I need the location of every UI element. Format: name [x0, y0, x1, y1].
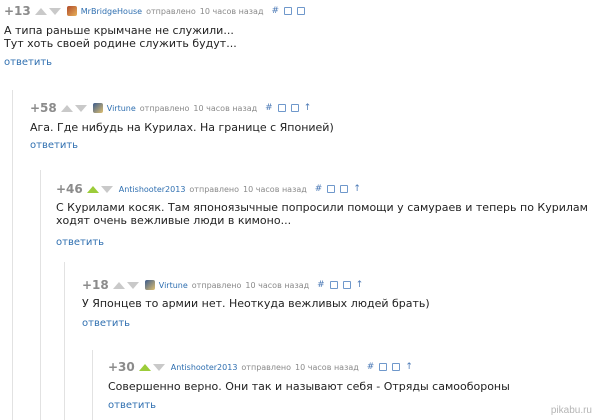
comment-meta: отправлено [241, 362, 292, 372]
downvote-icon[interactable] [74, 104, 87, 112]
comment-text: А типа раньше крымчане не служили... Тут… [4, 24, 237, 50]
watermark: pikabu.ru [550, 405, 592, 416]
comment-time: 10 часов назад [199, 6, 264, 16]
arrow-up-icon[interactable]: ↑ [356, 280, 364, 290]
comment-author[interactable]: Antishooter2013 [119, 185, 186, 194]
thread-line [12, 90, 13, 420]
thread-line [40, 170, 41, 420]
reply-link[interactable]: ответить [108, 400, 156, 411]
comment-meta: отправлено [189, 184, 240, 194]
comment-tools: # ↑ [367, 362, 413, 372]
thread-line [64, 262, 65, 420]
comment-tools: # ↑ [317, 280, 364, 290]
hash-icon[interactable]: # [271, 6, 279, 16]
comment-header: +58 Virtune отправлено 10 часов назад # … [30, 101, 311, 115]
avatar[interactable] [92, 103, 103, 113]
comment-author[interactable]: Antishooter2013 [171, 363, 238, 372]
upvote-icon[interactable] [86, 185, 99, 193]
comment-time: 10 часов назад [193, 103, 258, 113]
comment-tools: # [271, 6, 306, 16]
comment-time: 10 часов назад [245, 280, 310, 290]
reply-link[interactable]: ответить [30, 140, 78, 151]
comment-rating: +30 [108, 360, 135, 374]
downvote-icon[interactable] [126, 281, 139, 289]
downvote-icon[interactable] [48, 7, 61, 15]
comment-author[interactable]: Virtune [107, 104, 136, 113]
bookmark-icon[interactable] [342, 281, 351, 289]
comment-text: У Японцев то армии нет. Неоткуда вежливы… [82, 297, 430, 310]
comment-meta: отправлено [139, 103, 190, 113]
reply-link[interactable]: ответить [82, 318, 130, 329]
comment-text: Ага. Где нибудь на Курилах. На границе с… [30, 121, 334, 134]
comment-author[interactable]: Virtune [159, 281, 188, 290]
save-icon[interactable] [329, 281, 338, 289]
upvote-icon[interactable] [34, 7, 47, 15]
avatar[interactable] [144, 280, 155, 290]
bookmark-icon[interactable] [340, 185, 349, 193]
save-icon[interactable] [284, 7, 293, 15]
bookmark-icon[interactable] [392, 363, 401, 371]
comment-header: +46 Antishooter2013 отправлено 10 часов … [56, 182, 361, 196]
comment-time: 10 часов назад [295, 362, 359, 372]
comment-meta: отправлено [191, 280, 242, 290]
hash-icon[interactable]: # [317, 280, 325, 290]
save-icon[interactable] [379, 363, 388, 371]
arrow-up-icon[interactable]: ↑ [304, 103, 312, 113]
upvote-icon[interactable] [112, 281, 125, 289]
comment-rating: +46 [56, 182, 83, 196]
save-icon[interactable] [277, 104, 286, 112]
comment-tools: # ↑ [265, 103, 312, 113]
comment-time: 10 часов назад [243, 184, 307, 194]
arrow-up-icon[interactable]: ↑ [353, 184, 361, 194]
upvote-icon[interactable] [60, 104, 73, 112]
avatar[interactable] [66, 6, 77, 16]
bookmark-icon[interactable] [297, 7, 306, 15]
comment-text: Совершенно верно. Они так и называют себ… [108, 380, 510, 393]
comment-rating: +58 [30, 101, 57, 115]
downvote-icon[interactable] [100, 185, 113, 193]
hash-icon[interactable]: # [367, 362, 375, 372]
comment-tools: # ↑ [315, 184, 361, 194]
downvote-icon[interactable] [152, 363, 165, 371]
bookmark-icon[interactable] [290, 104, 299, 112]
hash-icon[interactable]: # [265, 103, 273, 113]
reply-link[interactable]: ответить [4, 57, 52, 68]
comment-author[interactable]: MrBridgeHouse [81, 7, 142, 16]
comment-header: +30 Antishooter2013 отправлено 10 часов … [108, 360, 413, 374]
save-icon[interactable] [327, 185, 336, 193]
hash-icon[interactable]: # [315, 184, 323, 194]
comment-rating: +13 [4, 4, 31, 18]
upvote-icon[interactable] [138, 363, 151, 371]
comment-text: С Курилами косяк. Там японоязычные попро… [56, 201, 588, 227]
arrow-up-icon[interactable]: ↑ [405, 362, 413, 372]
comment-meta: отправлено [146, 6, 196, 16]
thread-line [92, 350, 93, 420]
comment-rating: +18 [82, 278, 109, 292]
comment-header: +18 Virtune отправлено 10 часов назад # … [82, 278, 363, 292]
reply-link[interactable]: ответить [56, 237, 104, 248]
comment-header: +13 MrBridgeHouse отправлено 10 часов на… [4, 4, 306, 18]
